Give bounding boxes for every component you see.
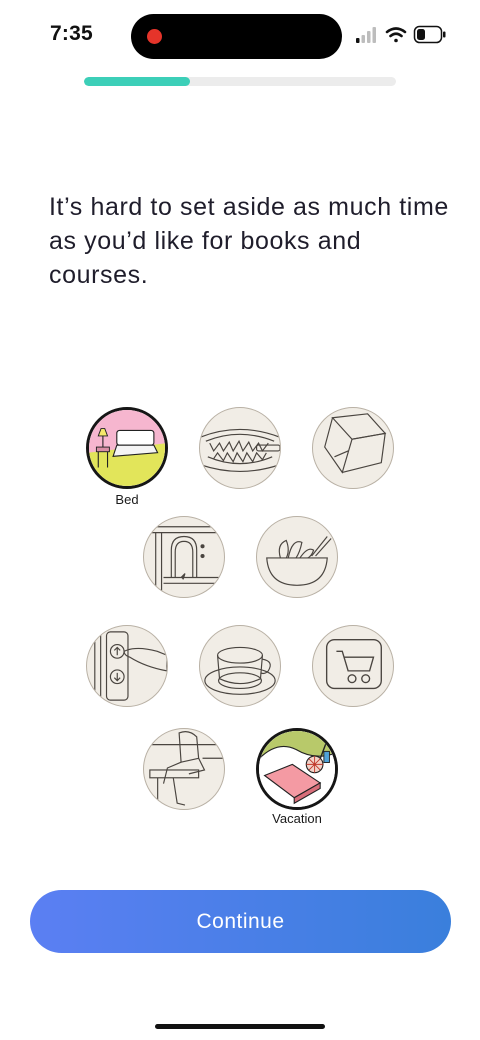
cellular-signal-icon	[356, 27, 376, 43]
progress-bar	[84, 77, 396, 86]
option-commute[interactable]	[143, 728, 225, 810]
recording-indicator-icon	[147, 29, 162, 44]
box-icon	[324, 413, 387, 474]
seated-person-icon	[144, 731, 224, 809]
home-indicator[interactable]	[155, 1024, 325, 1029]
option-vacation[interactable]	[256, 728, 338, 810]
wifi-icon	[385, 27, 407, 43]
continue-button[interactable]: Continue	[30, 890, 451, 953]
coffee-cup-icon	[204, 646, 276, 695]
option-elevator[interactable]	[86, 625, 168, 707]
shopping-cart-icon	[325, 638, 382, 690]
mixing-bowl-icon	[266, 536, 332, 586]
progress-bar-fill	[84, 77, 191, 86]
status-time: 7:35	[50, 22, 93, 45]
dynamic-island	[131, 14, 342, 59]
beach-towel-icon	[259, 731, 335, 807]
option-box[interactable]	[312, 407, 394, 489]
option-bed[interactable]	[86, 407, 168, 489]
option-fireplace[interactable]	[143, 516, 225, 598]
fireplace-icon	[144, 526, 224, 597]
option-coffee[interactable]	[199, 625, 281, 707]
page-title: It’s hard to set aside as much time as y…	[49, 193, 449, 289]
elevator-buttons-icon	[94, 626, 167, 706]
option-vacation-label: Vacation	[272, 811, 322, 826]
option-bed-label: Bed	[115, 492, 139, 507]
option-teeth[interactable]	[199, 407, 281, 489]
bed-icon	[89, 410, 165, 486]
battery-icon	[413, 25, 446, 44]
option-shopping[interactable]	[312, 625, 394, 707]
teeth-brushing-icon	[200, 428, 280, 472]
status-icons	[356, 25, 446, 44]
option-cooking[interactable]	[256, 516, 338, 598]
